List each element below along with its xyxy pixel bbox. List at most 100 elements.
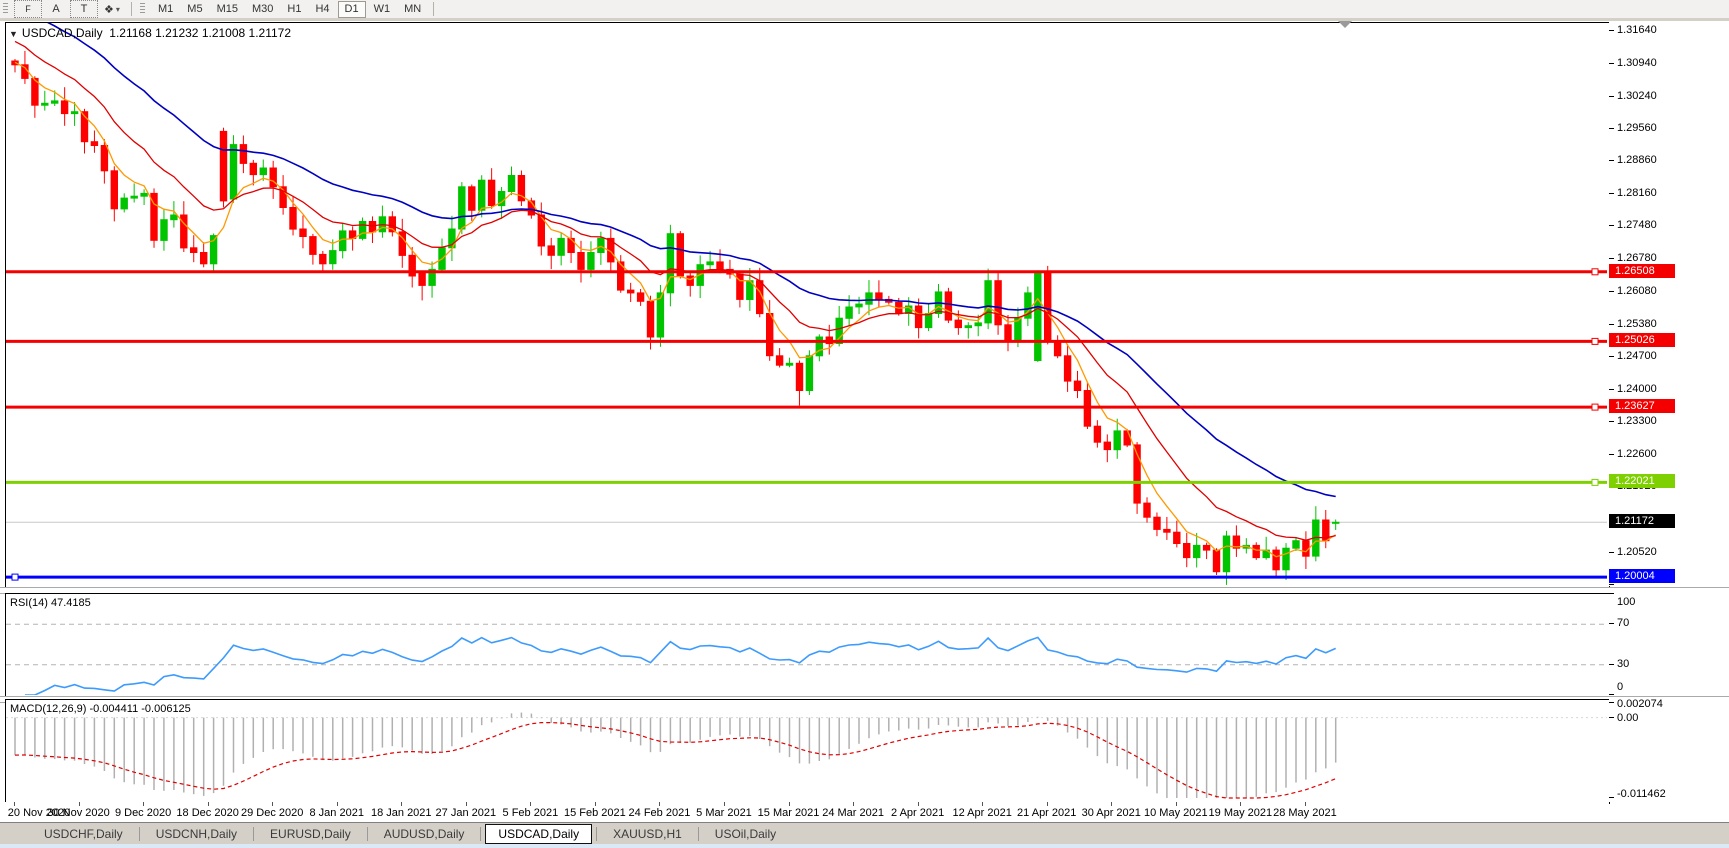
chart-tab-xauusd[interactable]: XAUUSD,H1 <box>601 825 694 843</box>
collapse-triangle-icon[interactable]: ▼ <box>9 29 18 39</box>
statusbar-strip <box>0 844 1729 848</box>
rsi-tick-label: 30 <box>1617 658 1630 670</box>
fibonacci-tool-icon[interactable]: F <box>14 0 42 18</box>
date-tick-mark <box>336 802 338 806</box>
candlestick-canvas[interactable] <box>6 23 1607 585</box>
chart-tab-usdchf[interactable]: USDCHF,Daily <box>32 825 135 843</box>
chart-ohlc-header: ▼ USDCAD,Daily 1.21168 1.21232 1.21008 1.… <box>9 26 291 40</box>
macd-indicator-panel[interactable]: MACD(12,26,9) -0.004411 -0.006125 <box>5 699 1610 804</box>
text-tool-icon[interactable]: A <box>42 1 70 17</box>
candle-body <box>487 179 496 206</box>
candle-body <box>587 252 595 270</box>
toolbar-separator <box>433 2 435 16</box>
candle-body <box>974 322 982 327</box>
macd-canvas[interactable] <box>6 700 1607 801</box>
price-tick-mark <box>1609 584 1614 585</box>
date-tick-mark <box>1175 802 1177 806</box>
period-button-w1[interactable]: W1 <box>368 2 397 17</box>
hline-handle[interactable] <box>11 573 19 581</box>
date-tick-label: 5 Feb 2021 <box>502 807 559 819</box>
period-button-h4[interactable]: H4 <box>309 2 335 17</box>
toolbar-drag-handle[interactable] <box>140 3 145 15</box>
price-tick-label: 1.28860 <box>1617 154 1657 166</box>
price-tick-label: 1.29560 <box>1617 122 1657 134</box>
toolbar-drag-handle[interactable] <box>3 3 8 15</box>
date-tick-mark <box>1046 802 1048 806</box>
price-tick-mark <box>1609 454 1614 455</box>
date-tick-mark <box>530 802 532 806</box>
price-tick-label: 1.28160 <box>1617 187 1657 199</box>
candle-body <box>120 197 128 210</box>
period-button-m5[interactable]: M5 <box>181 2 208 17</box>
candle-body <box>130 195 138 199</box>
candle-body <box>507 175 516 192</box>
period-button-d1[interactable]: D1 <box>337 0 366 18</box>
candle-body <box>775 355 784 366</box>
dropdown-caret-icon[interactable]: ▾ <box>116 5 120 14</box>
macd-tick-label: -0.011462 <box>1617 788 1666 800</box>
candle-body <box>1183 543 1191 559</box>
date-tick-label: 30 Apr 2021 <box>1081 807 1141 819</box>
period-button-m15[interactable]: M15 <box>211 2 244 17</box>
price-tick-mark <box>1609 324 1614 325</box>
hline-handle[interactable] <box>1591 268 1599 276</box>
candle-body <box>597 237 605 253</box>
rsi-tick-mark <box>1609 664 1614 665</box>
date-tick-label: 27 Jan 2021 <box>435 807 497 819</box>
candle-body <box>1093 425 1102 443</box>
line-studies-toolbar: F A T ❖ ▾ <box>14 0 126 18</box>
price-tick-mark <box>1609 225 1614 226</box>
period-button-mn[interactable]: MN <box>398 2 427 17</box>
hline-handle[interactable] <box>1591 337 1599 345</box>
candle-body <box>716 261 724 270</box>
date-tick-label: 18 Jan 2021 <box>370 807 432 819</box>
candle-body <box>309 236 317 255</box>
chart-tab-usdcnh[interactable]: USDCNH,Daily <box>144 825 249 843</box>
price-tick-label: 1.24700 <box>1617 350 1657 362</box>
candle-body <box>60 100 69 115</box>
candle-body <box>875 292 883 300</box>
text-label-tool-icon[interactable]: T <box>70 0 98 18</box>
chart-tab-eurusd[interactable]: EURUSD,Daily <box>258 825 363 843</box>
candle-body <box>1252 544 1260 559</box>
candle-body <box>1332 521 1340 524</box>
price-tick-label: 1.22600 <box>1617 448 1657 460</box>
date-tick-label: 5 Mar 2021 <box>696 807 752 819</box>
main-chart-panel[interactable] <box>5 22 1610 588</box>
chart-tab-audusd[interactable]: AUDUSD,Daily <box>372 825 477 843</box>
date-tick-label: 24 Feb 2021 <box>628 807 691 819</box>
rsi-tick-mark <box>1609 593 1614 594</box>
hline-handle[interactable] <box>1591 403 1599 411</box>
tab-separator <box>138 826 140 841</box>
rsi-line[interactable] <box>24 636 1337 695</box>
period-button-m1[interactable]: M1 <box>152 2 179 17</box>
price-tick-mark <box>1609 356 1614 357</box>
hline-handle[interactable] <box>1591 478 1599 486</box>
arrows-tool-icon[interactable]: ❖ ▾ <box>98 1 126 17</box>
macd-label: MACD(12,26,9) -0.004411 -0.006125 <box>10 703 191 715</box>
candle-body <box>706 261 714 266</box>
candle-body <box>70 111 79 115</box>
price-tick-label: 1.30940 <box>1617 57 1657 69</box>
rsi-indicator-panel[interactable]: RSI(14) 47.4185 <box>5 593 1610 698</box>
candle-body <box>815 336 823 357</box>
candle-body <box>229 144 238 200</box>
chart-symbol-label: USDCAD,Daily <box>21 26 103 40</box>
period-button-h1[interactable]: H1 <box>281 2 307 17</box>
price-marker-1.21172: 1.21172 <box>1609 514 1675 528</box>
macd-axis: 0.002074 0.00 -0.011462 <box>1609 698 1729 802</box>
chart-tab-usdcad[interactable]: USDCAD,Daily <box>485 823 593 844</box>
date-tick-label: 15 Feb 2021 <box>564 807 626 819</box>
chart-shift-marker-icon[interactable] <box>1338 21 1352 28</box>
chart-window: ▼ USDCAD,Daily 1.21168 1.21232 1.21008 1.… <box>0 21 1729 822</box>
candle-body <box>845 306 853 319</box>
rsi-label: RSI(14) 47.4185 <box>10 597 91 609</box>
chart-tab-usoil[interactable]: USOil,Daily <box>703 825 788 843</box>
candle-body <box>865 292 873 305</box>
rsi-tick-label: 70 <box>1617 617 1630 629</box>
candle-body <box>319 253 327 265</box>
rsi-canvas[interactable] <box>6 594 1607 695</box>
candle-body <box>289 207 297 230</box>
date-tick-label: 8 Jan 2021 <box>309 807 364 819</box>
period-button-m30[interactable]: M30 <box>246 2 279 17</box>
